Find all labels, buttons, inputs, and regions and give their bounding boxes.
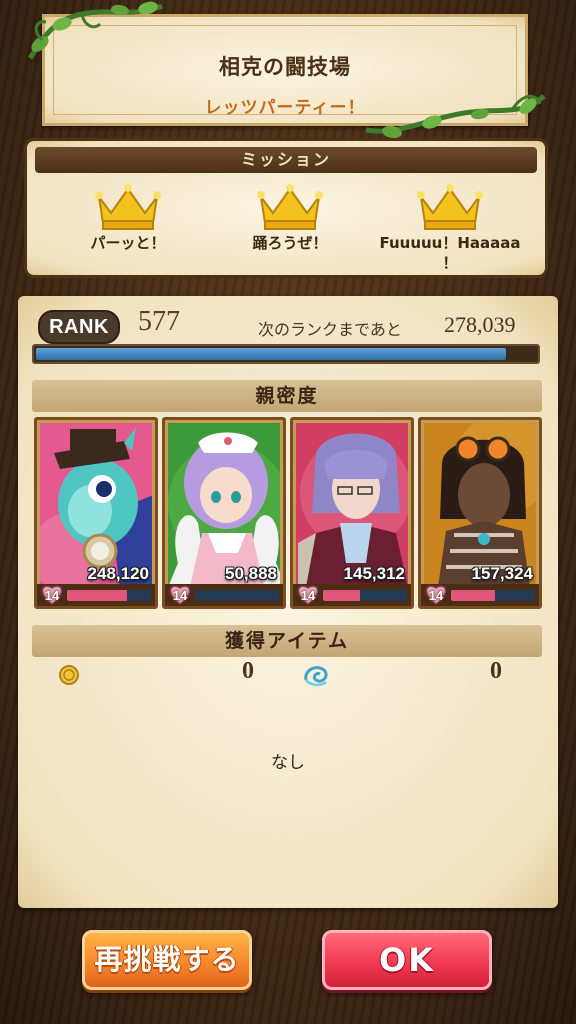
rank-progress-fill [36,348,506,360]
intimacy-points: 248,120 [87,564,149,583]
character-art-penguin [40,423,152,587]
character-art-vampire [296,423,408,587]
mission-item-3: Fuuuuu！Haaaaa ！ [365,179,535,273]
mission-panel: ミッション パーッと！ 踊ろうぜ！ Fuuuuu！Haaaaa ！ [24,138,548,278]
intimacy-gauge [323,590,407,601]
mission-label-line1: Fuuuuu！Haaaaa [379,234,521,252]
character-art-goggles [424,423,536,587]
retry-button[interactable]: 再挑戦する [82,930,252,990]
mission-item-1: パーッと！ [43,179,213,253]
gold-count: 0 [242,658,254,684]
items-header: 獲得アイテム [32,625,542,657]
intimacy-level: 14 [172,588,188,603]
intimacy-points: 145,312 [343,564,405,583]
intimacy-level: 14 [428,588,444,603]
mission-label: 踊ろうぜ！ [252,234,328,252]
next-rank-label: 次のランクまであと [258,320,402,339]
character-card-3[interactable]: 145,312 14 [290,417,414,609]
crown-icon [257,184,323,230]
water-count: 0 [490,658,502,684]
mission-label: Fuuuuu！Haaaaa ！ [365,233,535,273]
intimacy-level: 14 [300,588,316,603]
rank-progress-bar [32,344,540,364]
crown-icon [95,184,161,230]
rank-value: 577 [138,306,180,337]
character-card-2[interactable]: 50,888 14 [162,417,286,609]
character-card-1[interactable]: 248,120 14 [34,417,158,609]
intimacy-gauge [451,590,535,601]
ok-button[interactable]: OK [322,930,492,990]
crown-icon [417,184,483,230]
intimacy-level: 14 [44,588,60,603]
mission-label-line2: ！ [442,254,458,272]
next-rank-value: 278,039 [444,312,516,337]
mission-header: ミッション [35,147,537,173]
intimacy-header: 親密度 [32,380,542,412]
vine-decoration-bottom-right [365,94,546,139]
intimacy-points: 50,888 [225,564,277,583]
intimacy-gauge [195,590,279,601]
water-swirl-icon [304,666,328,686]
no-items-text: なし [271,753,305,773]
vine-decoration-top-left [27,1,163,60]
character-card-4[interactable]: 157,324 14 [418,417,542,609]
mission-item-2: 踊ろうぜ！ [205,179,375,253]
character-art-nurse [168,423,280,587]
intimacy-points: 157,324 [471,564,533,583]
gold-coin-icon [59,665,79,685]
intimacy-gauge [67,590,151,601]
intimacy-gauge-fill [67,590,128,601]
intimacy-gauge-fill [323,590,360,601]
rank-badge: RANK [38,310,120,344]
mission-label: パーッと！ [90,234,166,252]
intimacy-gauge-fill [451,590,495,601]
